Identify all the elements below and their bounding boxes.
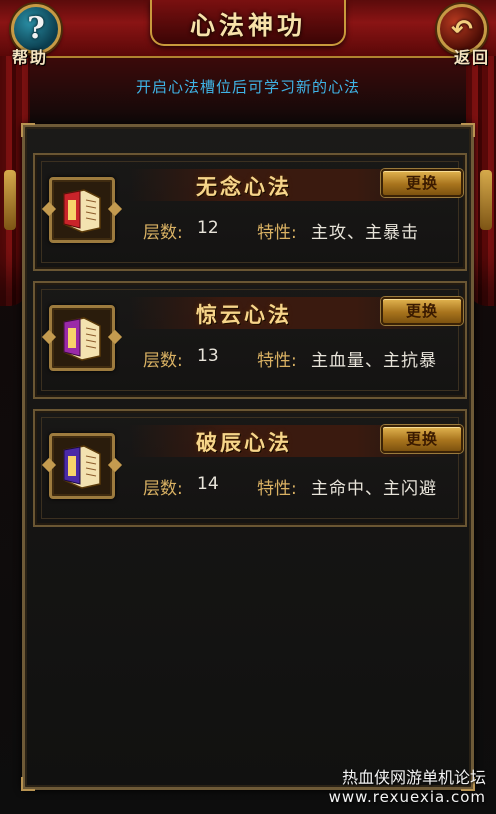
- frame-corner: [461, 123, 475, 137]
- indigo-scroll-icon: [63, 445, 101, 489]
- trait-label: 特性:: [257, 223, 297, 243]
- help-label: 帮助: [12, 48, 49, 67]
- trait-value: 主攻、主暴击: [311, 223, 419, 243]
- question-mark-icon: ?: [27, 11, 45, 46]
- level-label: 层数:: [143, 223, 183, 243]
- back-arrow-icon: ↶: [451, 15, 473, 45]
- art-card: 无念心法 更换 层数: 12 特性: 主攻、主暴击: [33, 153, 467, 271]
- level-label: 层数:: [143, 479, 183, 499]
- level-label: 层数:: [143, 351, 183, 371]
- change-button[interactable]: 更换: [381, 169, 463, 197]
- slot-hint-text: 开启心法槽位后可学习新的心法: [135, 78, 360, 96]
- left-tassel: [4, 170, 16, 230]
- watermark-url: www.rexuexia.com: [328, 788, 486, 806]
- art-name: 破辰心法: [196, 430, 292, 455]
- watermark-title: 热血侠网游单机论坛: [341, 768, 486, 787]
- art-icon-slot[interactable]: [49, 305, 115, 371]
- art-card: 惊云心法 更换 层数: 13 特性: 主血量、主抗暴: [33, 281, 467, 399]
- change-button[interactable]: 更换: [381, 297, 463, 325]
- back-label: 返回: [453, 48, 490, 67]
- right-tassel: [480, 170, 492, 230]
- art-card: 破辰心法 更换 层数: 14 特性: 主命中、主闪避: [33, 409, 467, 527]
- trait-value: 主命中、主闪避: [311, 479, 437, 499]
- art-icon-slot[interactable]: [49, 433, 115, 499]
- art-icon-slot[interactable]: [49, 177, 115, 243]
- game-screen: 心法神功 ? 帮助 ↶ 返回 开启心法槽位后可学习新的心法 无念心法 更换 层数…: [0, 0, 496, 814]
- art-name: 无念心法: [196, 174, 292, 199]
- level-value: 13: [197, 346, 219, 366]
- purple-scroll-icon: [63, 317, 101, 361]
- trait-label: 特性:: [257, 479, 297, 499]
- level-value: 14: [197, 474, 219, 494]
- frame-corner: [21, 123, 35, 137]
- site-watermark: 热血侠网游单机论坛 www.rexuexia.com: [329, 764, 486, 806]
- frame-corner: [21, 777, 35, 791]
- trait-value: 主血量、主抗暴: [311, 351, 437, 371]
- page-title: 心法神功: [189, 11, 306, 40]
- trait-label: 特性:: [257, 351, 297, 371]
- arts-panel: 无念心法 更换 层数: 12 特性: 主攻、主暴击 惊云心法 更换 层数: 13…: [21, 123, 475, 791]
- change-button[interactable]: 更换: [381, 425, 463, 453]
- level-value: 12: [197, 218, 219, 238]
- art-name: 惊云心法: [196, 302, 292, 327]
- red-scroll-icon: [63, 189, 101, 233]
